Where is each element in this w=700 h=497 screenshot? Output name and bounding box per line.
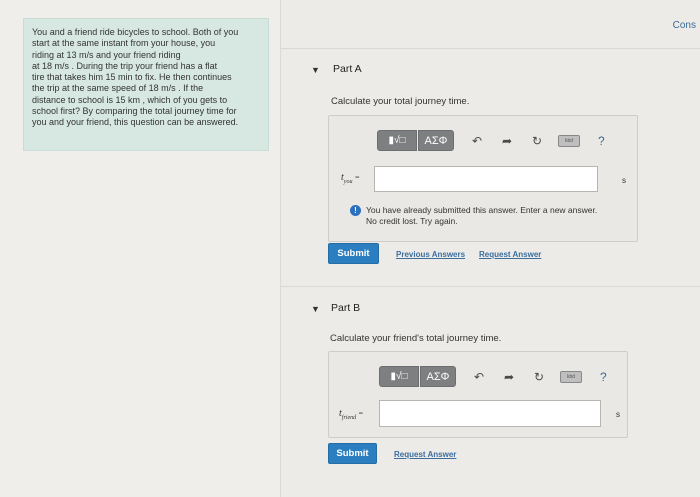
templates-button[interactable]: ▮√□: [379, 366, 419, 387]
math-toolbar: ▮√□ ΑΣΦ ↶ ➦ ↻ kbd ?: [379, 366, 607, 387]
collapse-caret-icon[interactable]: ▼: [311, 65, 320, 75]
problem-line: at 18 m/s . During the trip your friend …: [32, 60, 218, 71]
problem-line: school first? By comparing the total jou…: [32, 106, 237, 117]
feedback-message: You have already submitted this answer. …: [366, 205, 598, 226]
help-icon[interactable]: ?: [598, 134, 605, 148]
undo-icon[interactable]: ↶: [472, 370, 486, 384]
variable-t-friend: tfriend =: [339, 408, 364, 421]
part-b-title[interactable]: Part B: [331, 302, 360, 314]
submit-button[interactable]: Submit: [328, 243, 379, 264]
part-a-answer-box: ▮√□ ΑΣΦ ↶ ➦ ↻ kbd ? tyou = s ! You have …: [328, 115, 638, 242]
part-b-question: Calculate your friend's total journey ti…: [330, 333, 502, 344]
problem-line: tire that takes him 15 min to fix. He th…: [32, 72, 232, 83]
reset-icon[interactable]: ↻: [532, 370, 546, 384]
help-icon[interactable]: ?: [600, 370, 607, 384]
divider: [281, 48, 700, 49]
part-a-title[interactable]: Part A: [333, 63, 362, 75]
problem-line: you and your friend, this question can b…: [32, 117, 239, 128]
greek-symbols-button[interactable]: ΑΣΦ: [418, 130, 454, 151]
undo-icon[interactable]: ↶: [470, 134, 484, 148]
keyboard-icon: kbd: [560, 370, 582, 383]
t-you-input[interactable]: [374, 166, 598, 192]
parts-panel: Cons ▼ Part A Calculate your total journ…: [281, 0, 700, 497]
problem-line: start at the same instant from your hous…: [32, 38, 216, 49]
divider: [281, 286, 700, 287]
request-answer-link[interactable]: Request Answer: [479, 250, 541, 259]
keyboard-shortcuts-icon[interactable]: kbd: [560, 370, 582, 383]
info-icon: !: [350, 205, 361, 216]
problem-line: riding at 13 m/s and your friend riding: [32, 49, 181, 60]
request-answer-link[interactable]: Request Answer: [394, 450, 456, 459]
unit-label: s: [622, 176, 626, 185]
keyboard-shortcuts-icon[interactable]: kbd: [558, 134, 580, 147]
problem-statement: You and a friend ride bicycles to school…: [23, 18, 269, 151]
math-toolbar: ▮√□ ΑΣΦ ↶ ➦ ↻ kbd ?: [377, 130, 605, 151]
constants-link[interactable]: Cons: [673, 20, 696, 31]
part-a-question: Calculate your total journey time.: [331, 96, 470, 107]
problem-line: You and a friend ride bicycles to school…: [32, 27, 239, 37]
collapse-caret-icon[interactable]: ▼: [311, 304, 320, 314]
submit-button[interactable]: Submit: [328, 443, 377, 464]
redo-icon[interactable]: ➦: [500, 134, 514, 148]
templates-button[interactable]: ▮√□: [377, 130, 417, 151]
problem-line: the trip at the same speed of 18 m/s . I…: [32, 83, 204, 94]
variable-t-you: tyou =: [341, 172, 360, 185]
keyboard-icon: kbd: [558, 134, 580, 147]
greek-symbols-button[interactable]: ΑΣΦ: [420, 366, 456, 387]
redo-icon[interactable]: ➦: [502, 370, 516, 384]
previous-answers-link[interactable]: Previous Answers: [396, 250, 465, 259]
reset-icon[interactable]: ↻: [530, 134, 544, 148]
problem-line: distance to school is 15 km , which of y…: [32, 94, 228, 105]
part-b-answer-box: ▮√□ ΑΣΦ ↶ ➦ ↻ kbd ? tfriend = s: [328, 351, 628, 438]
unit-label: s: [616, 410, 620, 419]
problem-panel: You and a friend ride bicycles to school…: [0, 0, 281, 497]
t-friend-input[interactable]: [379, 400, 601, 427]
